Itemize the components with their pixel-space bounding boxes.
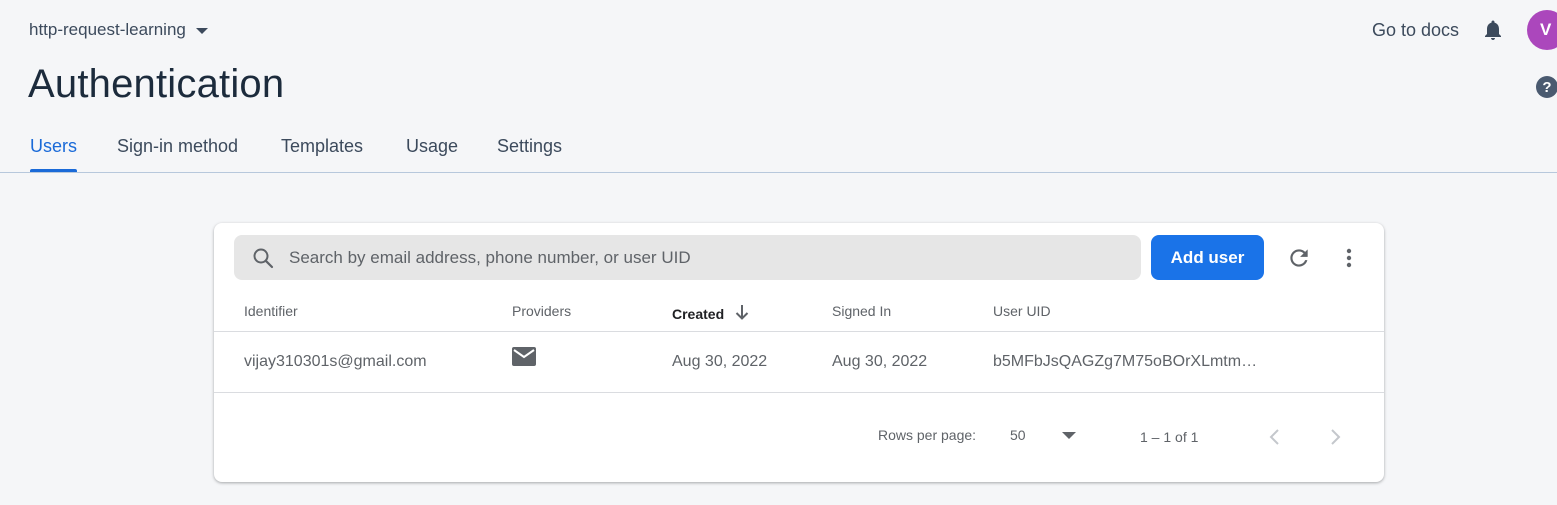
search-icon	[251, 246, 275, 270]
tab-bar: Users Sign-in method Templates Usage Set…	[0, 124, 1557, 173]
column-header-providers[interactable]: Providers	[512, 303, 571, 319]
rows-per-page-value: 50	[1010, 427, 1026, 443]
project-switcher[interactable]: http-request-learning	[29, 20, 208, 40]
tab-sign-in-method[interactable]: Sign-in method	[117, 136, 238, 172]
chevron-down-icon	[1062, 431, 1076, 439]
divider	[214, 392, 1384, 393]
svg-text:?: ?	[1542, 79, 1551, 96]
rows-per-page-label: Rows per page:	[878, 427, 977, 443]
chevron-right-icon[interactable]	[1324, 425, 1346, 449]
column-header-signed-in[interactable]: Signed In	[832, 303, 891, 319]
tab-settings[interactable]: Settings	[497, 136, 562, 172]
mail-icon	[512, 346, 536, 368]
divider	[214, 331, 1384, 332]
column-header-created[interactable]: Created	[672, 303, 750, 324]
search-input[interactable]	[289, 247, 1109, 268]
refresh-icon[interactable]	[1286, 245, 1312, 271]
arrow-down-icon	[734, 303, 750, 324]
avatar[interactable]: V	[1527, 10, 1557, 50]
top-right-actions: Go to docs V	[1372, 10, 1557, 50]
column-header-created-label: Created	[672, 305, 725, 322]
tab-usage[interactable]: Usage	[406, 136, 458, 172]
cell-user-uid: b5MFbJsQAGZg7M75oBOrXLmtm…	[993, 353, 1258, 370]
project-name: http-request-learning	[29, 20, 186, 39]
help-icon[interactable]: ?	[1535, 75, 1557, 99]
page-title: Authentication	[28, 62, 285, 106]
pagination-range: 1 – 1 of 1	[1140, 429, 1199, 445]
add-user-button[interactable]: Add user	[1151, 235, 1264, 280]
notifications-bell-icon[interactable]	[1481, 18, 1505, 42]
tab-templates[interactable]: Templates	[281, 136, 363, 172]
search-bar	[234, 235, 1141, 280]
chevron-down-icon	[195, 28, 208, 34]
tab-users[interactable]: Users	[30, 136, 77, 172]
more-vert-icon[interactable]	[1338, 245, 1360, 271]
rows-per-page-select[interactable]: 50	[1010, 427, 1076, 443]
chevron-left-icon[interactable]	[1264, 425, 1286, 449]
column-header-user-uid[interactable]: User UID	[993, 303, 1051, 319]
cell-created: Aug 30, 2022	[672, 353, 768, 370]
users-card: Add user Identifier Providers Created Si…	[214, 223, 1384, 482]
column-header-identifier[interactable]: Identifier	[244, 303, 298, 319]
cell-signed-in: Aug 30, 2022	[832, 353, 928, 370]
cell-identifier: vijay310301s@gmail.com	[244, 353, 427, 370]
go-to-docs-link[interactable]: Go to docs	[1372, 20, 1459, 41]
